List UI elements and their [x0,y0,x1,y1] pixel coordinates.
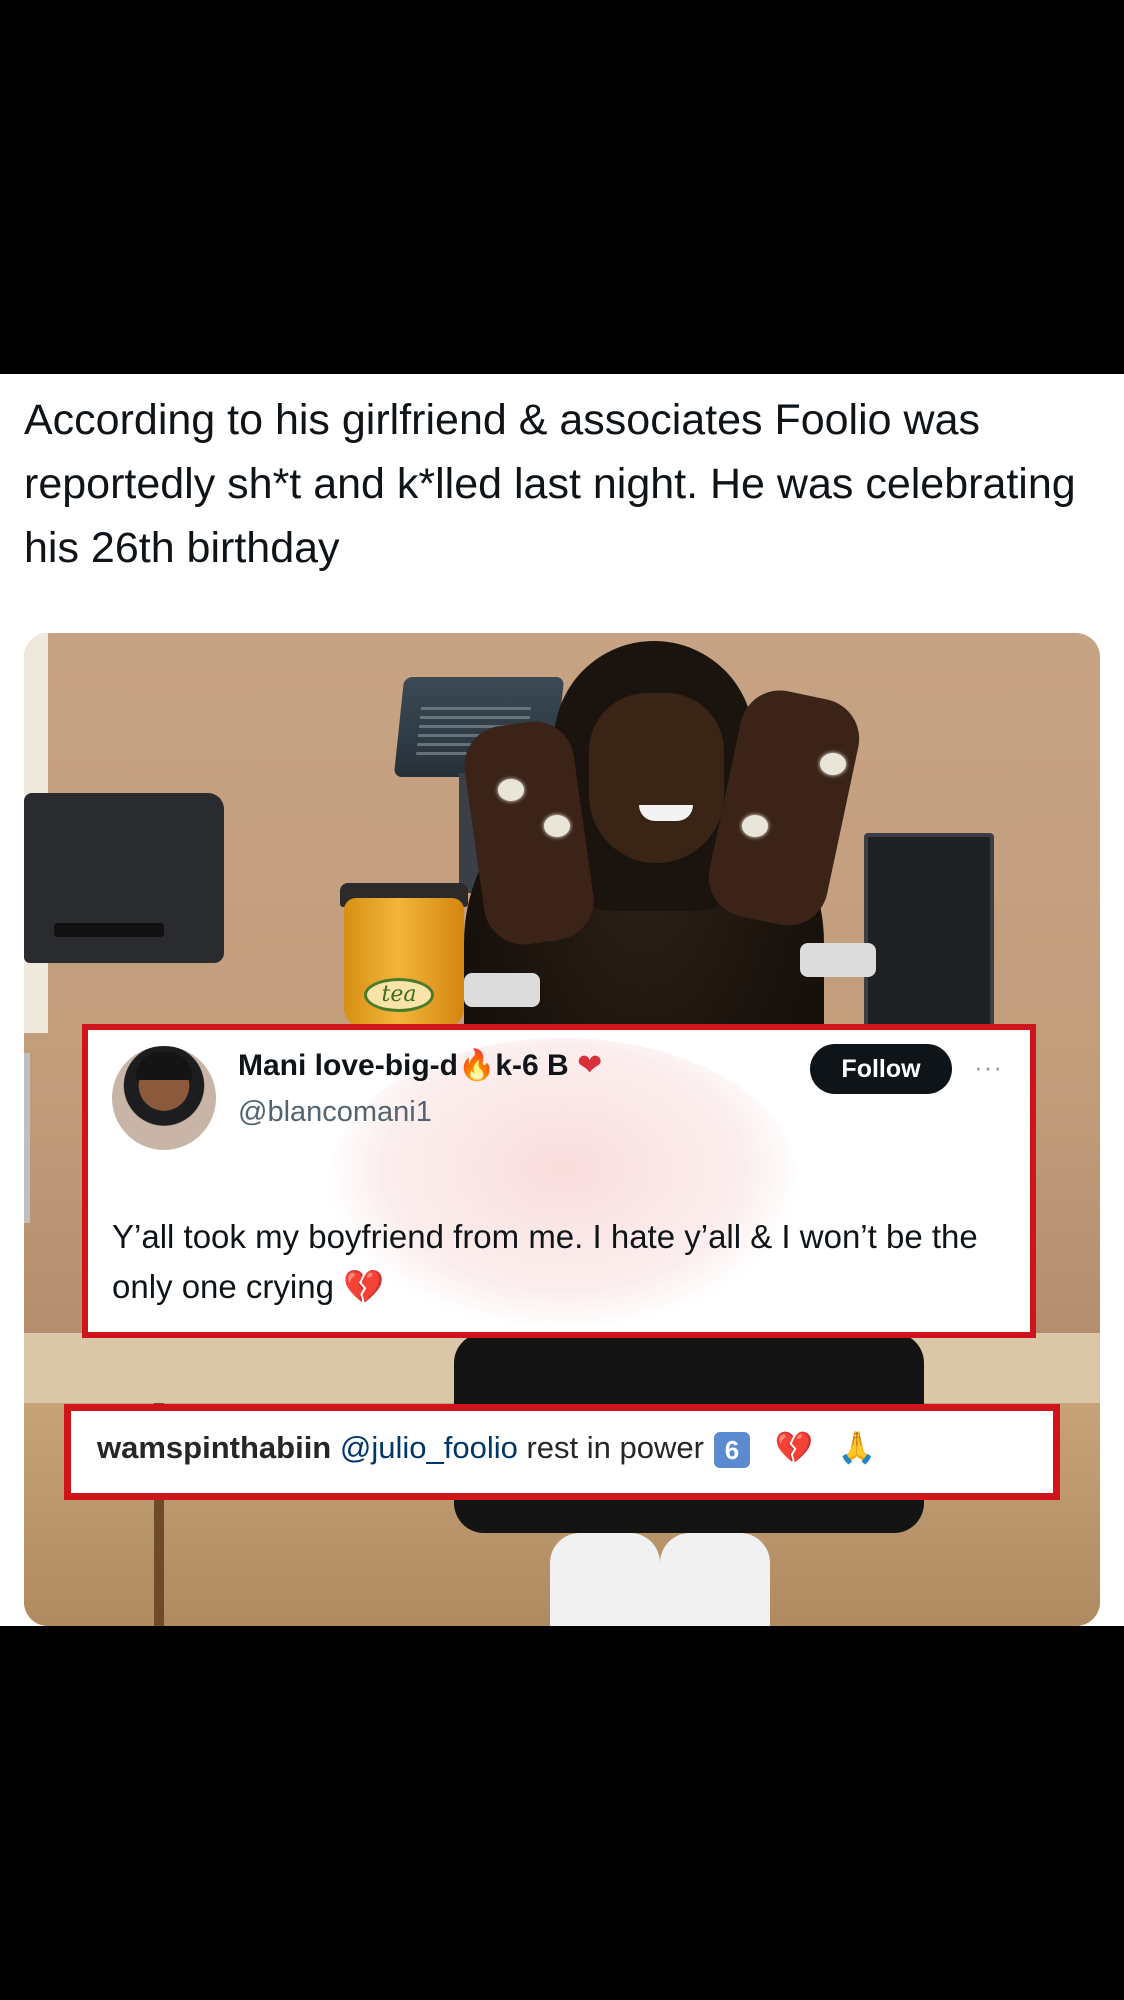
praying-hands-emoji: 🙏 [837,1430,877,1465]
comment-row: wamspinthabiin @julio_foolio rest in pow… [97,1429,876,1468]
bottom-black-bar [0,1626,1124,2000]
comment-mention[interactable]: @julio_foolio [340,1430,518,1465]
comment-text: rest in power [526,1430,704,1465]
comment-username[interactable]: wamspinthabiin [97,1430,331,1465]
heart-emoji: ❤ [577,1049,603,1082]
ring [742,815,768,837]
avatar-cap [136,1052,192,1080]
avatar[interactable] [112,1046,216,1150]
post: According to his girlfriend & associates… [0,374,1124,1626]
left-sneaker [550,1533,660,1626]
broken-heart-emoji: 💔 [343,1268,385,1305]
tweet-text-content: Y’all took my boyfriend from me. I hate … [112,1218,978,1305]
post-caption: According to his girlfriend & associates… [24,396,1076,572]
more-options-icon[interactable]: ··· [974,1052,1003,1083]
right-sneaker [660,1533,770,1626]
flame-emoji: 🔥 [458,1049,496,1082]
tweet-text: Y’all took my boyfriend from me. I hate … [112,1212,992,1312]
paper-towel-dispenser [24,793,224,963]
display-name-suffix: k-6 B [495,1049,569,1082]
right-watch [800,943,876,977]
tweet-card: Mani love-big-d🔥k-6 B ❤ @blancomani1 Fol… [82,1024,1036,1338]
dispenser-slot [54,923,164,937]
ring [544,815,570,837]
ring [820,753,846,775]
person-face [589,693,724,863]
pos-monitor [864,833,994,1033]
broken-heart-emoji: 💔 [774,1430,814,1465]
urn-label: tea [364,978,434,1012]
follow-button[interactable]: Follow [810,1044,952,1094]
person-smile [639,805,693,821]
display-name-prefix: Mani love-big-d [238,1049,458,1082]
ring [498,779,524,801]
tweet-display-name[interactable]: Mani love-big-d🔥k-6 B ❤ [238,1048,602,1083]
tweet-handle[interactable]: @blancomani1 [238,1096,432,1129]
left-watch [464,973,540,1007]
number-six-emoji: 6 [713,1431,750,1468]
instagram-comment: wamspinthabiin @julio_foolio rest in pow… [64,1404,1060,1500]
top-black-bar [0,0,1124,374]
